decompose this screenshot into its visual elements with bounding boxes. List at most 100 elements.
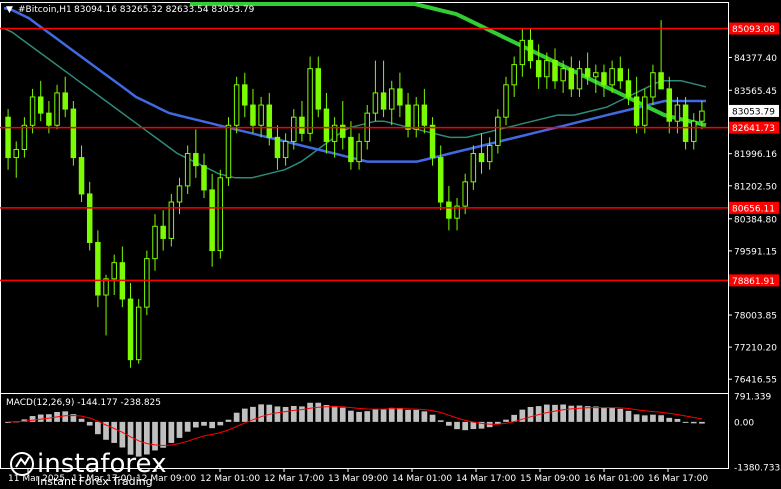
macd-bar — [192, 421, 199, 428]
candle-body — [674, 104, 681, 122]
macd-bar — [364, 411, 371, 422]
macd-bar — [307, 402, 313, 422]
ohlc-readout: 83094.16 83265.32 82633.54 83053.79 — [74, 5, 255, 15]
candle-body — [535, 60, 542, 78]
candle-body — [372, 92, 379, 114]
macd-bar — [315, 402, 322, 422]
candle-body — [242, 84, 248, 106]
candle-body — [682, 104, 689, 142]
macd-bar — [633, 414, 640, 422]
candle-body — [593, 72, 599, 78]
macd-bar — [666, 417, 673, 422]
candle-body — [315, 68, 322, 110]
macd-bar — [446, 421, 452, 426]
macd-bar — [437, 420, 444, 422]
macd-bar — [266, 404, 273, 422]
price-tick-label: 80384.80 — [734, 215, 777, 225]
candle-body — [699, 110, 705, 122]
chart-menu-icon[interactable]: ▼ — [6, 5, 13, 15]
candle-body — [617, 68, 624, 82]
candle-body — [560, 68, 566, 82]
candle-body — [388, 88, 395, 110]
macd-bar — [152, 421, 158, 451]
macd-bar — [690, 421, 697, 424]
macd-bar — [282, 406, 289, 422]
macd-bar — [37, 414, 44, 422]
macd-bar — [233, 412, 240, 422]
candle-body — [650, 72, 656, 98]
time-tick-label: 16 Mar 17:00 — [648, 474, 708, 484]
price-tick-label: 79591.15 — [734, 247, 777, 257]
price-chart[interactable]: 85093.08 82641.73 80656.11 78861.91 83053.79… — [0, 0, 781, 489]
macd-bar — [29, 416, 36, 422]
time-tick-label: 14 Mar 17:00 — [456, 474, 516, 484]
macd-bar — [258, 404, 264, 422]
level-badge-label: 85093.08 — [732, 25, 775, 35]
candle-body — [152, 225, 158, 260]
candle-body — [176, 185, 183, 203]
macd-bar — [217, 421, 224, 426]
macd-bar — [470, 421, 477, 430]
macd-tick-label: -1380.733 — [734, 464, 780, 474]
candle-body — [258, 104, 264, 126]
macd-bar — [290, 405, 297, 422]
macd-bar — [380, 409, 387, 422]
level-badge-label: 78861.91 — [732, 277, 775, 287]
candle-body — [446, 201, 452, 219]
candle-body — [495, 116, 501, 146]
candle-body — [544, 60, 550, 78]
candle-body — [127, 298, 134, 361]
candle-body — [13, 149, 19, 159]
candle — [217, 169, 224, 259]
macd-bar — [356, 411, 362, 422]
macd-bar — [225, 419, 232, 422]
candle-body — [266, 104, 273, 138]
candle-body — [217, 177, 224, 252]
candle-body — [95, 241, 101, 296]
candle-body — [633, 96, 640, 126]
candle-body — [527, 39, 534, 62]
candle-body — [201, 165, 207, 191]
candle-body — [37, 96, 44, 114]
candle-body — [576, 68, 583, 90]
candle-body — [462, 181, 468, 207]
time-tick-label: 13 Mar 09:00 — [328, 474, 388, 484]
candle-body — [225, 124, 232, 179]
candle-body — [413, 104, 419, 130]
level-badge-label: 82641.73 — [732, 124, 775, 134]
candle-body — [209, 189, 215, 252]
macd-bar — [372, 409, 379, 422]
candle-body — [437, 157, 444, 203]
macd-bar — [641, 415, 648, 422]
price-tick-label: 77210.20 — [734, 344, 777, 354]
time-tick-label: 14 Mar 01:00 — [392, 474, 452, 484]
candle-body — [691, 120, 697, 142]
time-tick-label: 15 Mar 09:00 — [520, 474, 580, 484]
macd-bar — [674, 418, 681, 422]
candle-body — [601, 72, 607, 86]
price-tick-label: 76416.55 — [734, 376, 777, 386]
candle-body — [380, 92, 387, 110]
candle-body — [62, 92, 68, 110]
candle-body — [568, 68, 575, 90]
candle-body — [184, 153, 191, 187]
candle — [70, 101, 77, 166]
current-price-label: 83053.79 — [732, 107, 775, 117]
symbol-label: #Bitcoin,H1 — [18, 5, 72, 15]
candle-body — [86, 193, 93, 243]
macd-bar — [111, 421, 118, 443]
candle — [233, 76, 240, 134]
macd-bar — [95, 421, 101, 435]
macd-bar — [429, 414, 436, 422]
candle-body — [658, 72, 664, 90]
macd-bar — [86, 421, 93, 426]
macd-bar — [184, 421, 191, 432]
candle-body — [503, 84, 509, 118]
macd-bar — [209, 421, 216, 429]
candle-body — [282, 140, 289, 159]
candle-body — [584, 68, 591, 78]
macd-bar — [168, 421, 175, 443]
candle-body — [274, 136, 281, 159]
macd-bar — [552, 404, 558, 422]
macd-bar — [119, 421, 126, 448]
